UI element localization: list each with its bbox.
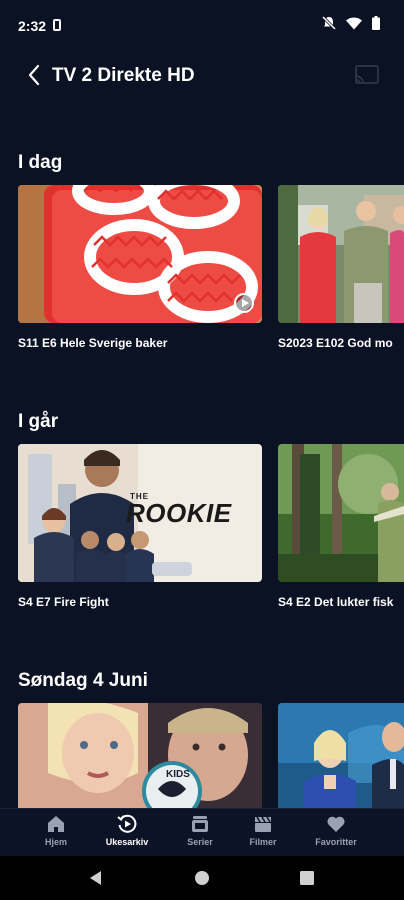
channel-title: TV 2 Direkte HD [52, 65, 195, 86]
back-button[interactable] [22, 62, 48, 88]
program-label[interactable]: S4 E2 Det lukter fisk [278, 595, 404, 609]
thumbnail-forest [278, 444, 404, 582]
wifi-icon [346, 17, 362, 29]
nav-label: Hjem [44, 837, 67, 847]
program-card-the-rookie[interactable]: THE ROOKIE [18, 444, 262, 582]
cast-icon [355, 65, 379, 84]
program-label[interactable]: S4 E7 Fire Fight [18, 595, 262, 609]
nav-item-serier[interactable]: Serier [165, 813, 235, 847]
play-icon[interactable] [234, 293, 254, 313]
program-card-baker[interactable] [18, 185, 262, 323]
system-recents-icon[interactable] [300, 871, 314, 885]
battery-icon [372, 16, 380, 30]
section-title-yesterday: I går [18, 411, 59, 432]
status-time: 2:32 [18, 18, 47, 34]
program-card-det-lukter-fisk[interactable] [278, 444, 404, 582]
rookie-logo: THE ROOKIE [126, 492, 232, 528]
thumbnail-kids [18, 703, 262, 808]
nav-item-filmer[interactable]: Filmer [228, 813, 298, 847]
status-icons [322, 16, 380, 30]
replay-icon [116, 813, 138, 835]
status-bar: 2:32 [0, 0, 404, 52]
section-title-sunday: Søndag 4 Juni [18, 670, 148, 691]
system-back-icon[interactable] [88, 870, 104, 886]
kids-badge-text: KIDS [166, 769, 190, 780]
home-icon [45, 813, 67, 835]
clapper-icon [252, 813, 274, 835]
nav-item-hjem[interactable]: Hjem [21, 813, 91, 847]
chevron-left-icon [28, 64, 40, 86]
thumbnail-news-anchors [278, 703, 404, 808]
bottom-navigation: Hjem Ukesarkiv Serier Filmer Favoritter [0, 808, 404, 857]
bell-off-icon [322, 16, 336, 30]
nav-label: Serier [187, 837, 213, 847]
nav-item-ukesarkiv[interactable]: Ukesarkiv [92, 813, 162, 847]
cast-button[interactable] [352, 62, 382, 88]
thumbnail-hosts [278, 185, 404, 323]
thumbnail-cookies [18, 185, 262, 323]
app-header: TV 2 Direkte HD [0, 52, 404, 100]
nav-label: Favoritter [315, 837, 357, 847]
section-title-today: I dag [18, 152, 63, 173]
heart-icon [325, 813, 347, 835]
program-card-news[interactable] [278, 703, 404, 808]
nav-label: Filmer [249, 837, 277, 847]
sim-card-icon [53, 19, 61, 31]
series-icon [189, 813, 211, 835]
program-label[interactable]: S2023 E102 God mo [278, 336, 404, 350]
nav-label: Ukesarkiv [105, 837, 149, 847]
program-card-kids[interactable]: KIDS [18, 703, 262, 808]
system-home-icon[interactable] [194, 870, 210, 886]
program-label[interactable]: S11 E6 Hele Sverige baker [18, 336, 262, 350]
nav-item-favoritter[interactable]: Favoritter [301, 813, 371, 847]
program-card-god-morgen[interactable] [278, 185, 404, 323]
system-navigation-bar [0, 856, 404, 900]
